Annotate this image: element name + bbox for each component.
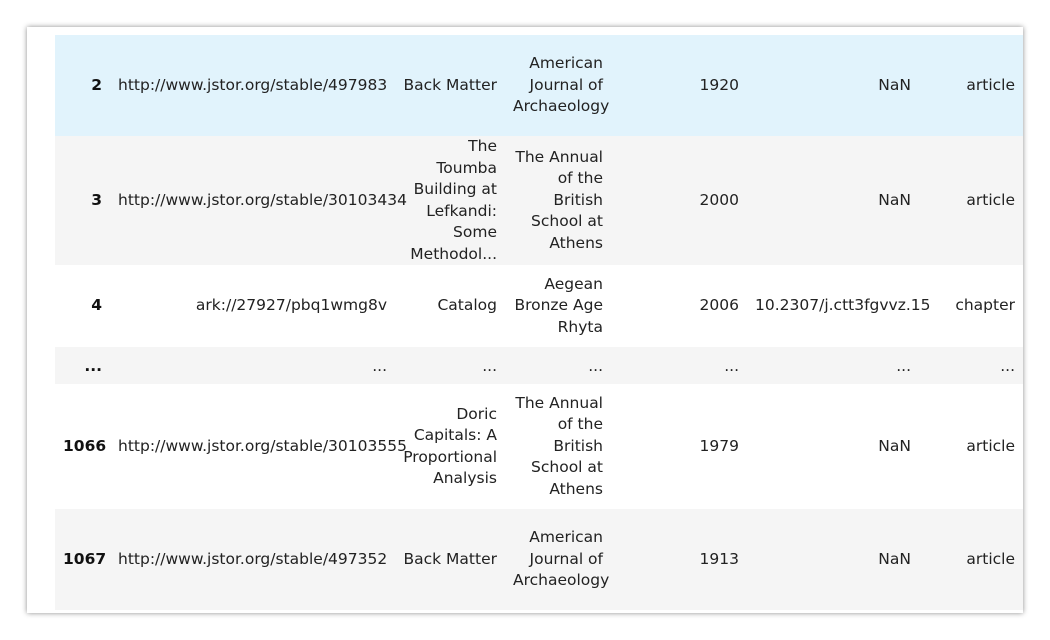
cell-year: 1920	[611, 35, 747, 136]
cell-year: 2006	[611, 265, 747, 347]
cell-type: article	[919, 136, 1023, 265]
cell-doi: 10.2307/j.ctt3fgvvz.15	[747, 265, 931, 347]
row-index: 3	[55, 136, 110, 265]
cell-title: Back Matter	[395, 35, 505, 136]
cell-journal: The Annual of the British School at Athe…	[505, 136, 611, 265]
cell-title: Catalog	[395, 265, 505, 347]
cell-doi: NaN	[747, 136, 919, 265]
dataframe-output-panel: 2 http://www.jstor.org/stable/497983 Bac…	[27, 27, 1023, 613]
cell-journal: The Annual of the British School at Athe…	[505, 384, 611, 509]
cell-journal: Aegean Bronze Age Rhyta	[505, 265, 611, 347]
cell-type: article	[919, 509, 1023, 610]
table-row[interactable]: 1066 http://www.jstor.org/stable/3010355…	[55, 384, 1023, 509]
cell-title: Doric Capitals: A Proportional Analysis	[395, 384, 505, 509]
row-index: 1067	[55, 509, 110, 610]
cell-type: article	[919, 35, 1023, 136]
cell-url: ...	[110, 347, 395, 384]
row-index: 1066	[55, 384, 110, 509]
table-row-ellipsis: ... ... ... ... ... ... ...	[55, 347, 1023, 384]
table-row[interactable]: 4 ark://27927/pbq1wmg8v Catalog Aegean B…	[55, 265, 1023, 347]
cell-title: ...	[395, 347, 505, 384]
table-row[interactable]: 2 http://www.jstor.org/stable/497983 Bac…	[55, 35, 1023, 136]
cell-year: 1913	[611, 509, 747, 610]
table-row[interactable]: 1067 http://www.jstor.org/stable/497352 …	[55, 509, 1023, 610]
cell-title: The Toumba Building at Lefkandi: Some Me…	[395, 136, 505, 265]
table-row[interactable]: 3 http://www.jstor.org/stable/30103434 T…	[55, 136, 1023, 265]
cell-year: ...	[611, 347, 747, 384]
cell-url: ark://27927/pbq1wmg8v	[110, 265, 395, 347]
row-index: ...	[55, 347, 110, 384]
cell-url: http://www.jstor.org/stable/30103434	[110, 136, 407, 265]
cell-journal: ...	[505, 347, 611, 384]
row-index: 2	[55, 35, 110, 136]
dataframe-table: 2 http://www.jstor.org/stable/497983 Bac…	[55, 35, 1023, 610]
cell-journal: American Journal of Archaeology	[505, 509, 611, 610]
cell-type: article	[919, 384, 1023, 509]
cell-doi: NaN	[747, 509, 919, 610]
row-index: 4	[55, 265, 110, 347]
cell-journal: American Journal of Archaeology	[505, 35, 611, 136]
cell-year: 1979	[611, 384, 747, 509]
cell-doi: NaN	[747, 384, 919, 509]
cell-title: Back Matter	[395, 509, 505, 610]
cell-url: http://www.jstor.org/stable/497352	[110, 509, 395, 610]
cell-type: ...	[919, 347, 1023, 384]
cell-url: http://www.jstor.org/stable/30103555	[110, 384, 407, 509]
cell-year: 2000	[611, 136, 747, 265]
cell-type: chapter	[919, 265, 1023, 347]
cell-doi: ...	[747, 347, 919, 384]
cell-url: http://www.jstor.org/stable/497983	[110, 35, 395, 136]
cell-doi: NaN	[747, 35, 919, 136]
